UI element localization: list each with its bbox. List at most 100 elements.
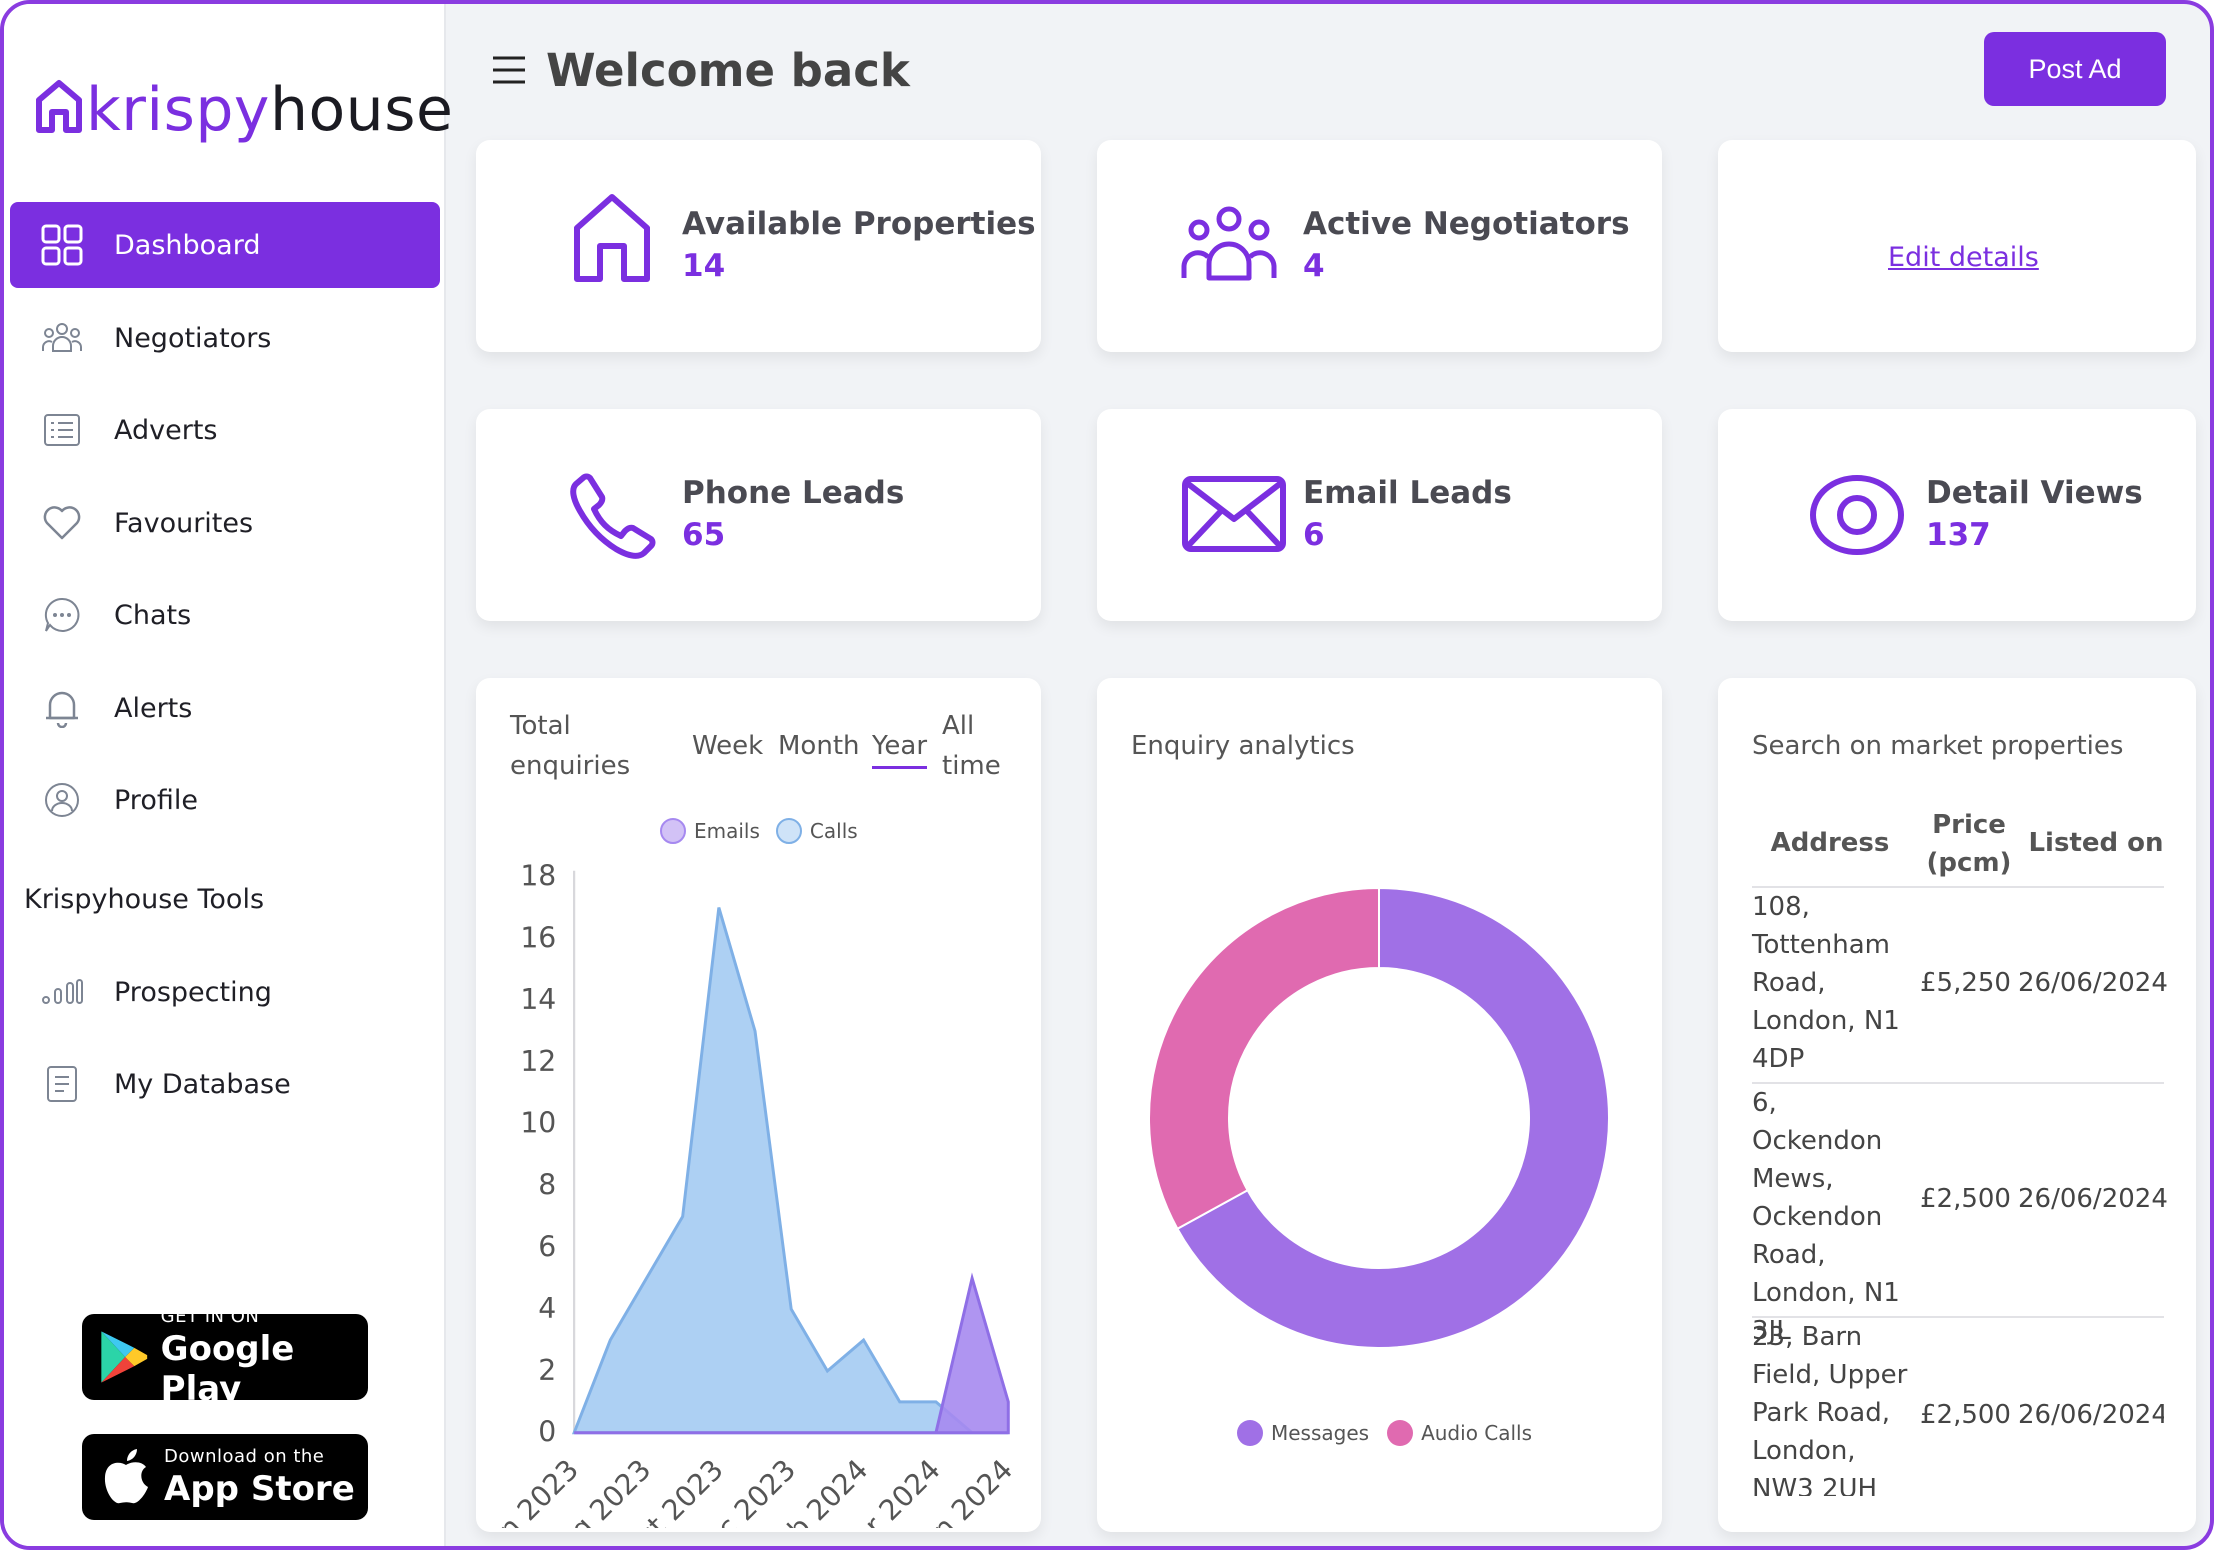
sidebar-item-label: Adverts	[114, 414, 218, 446]
enquiry-donut-chart	[1148, 886, 1610, 1349]
sidebar-item-alerts[interactable]: Alerts	[10, 665, 440, 751]
table-row[interactable]: 6, Ockendon Mews, Ockendon Road, London,…	[1752, 1082, 2168, 1346]
sidebar-item-profile[interactable]: Profile	[10, 757, 440, 843]
chart-title: Total enquiries	[510, 706, 630, 786]
tab-year[interactable]: Year	[872, 726, 928, 769]
row-price: £2,500	[1920, 1184, 2011, 1214]
y-tick-label: 2	[538, 1354, 556, 1387]
series-area-calls	[571, 907, 1009, 1435]
legend-messages-swatch	[1237, 1420, 1263, 1446]
brand-logo[interactable]: krispy house	[34, 78, 453, 140]
address-line: Tottenham	[1752, 930, 1890, 960]
tab-all-line2: time	[942, 751, 1001, 781]
stat-card-detail-views: Detail Views 137	[1718, 409, 2196, 621]
google-play-button[interactable]: GET IN ON Google Play	[82, 1306, 368, 1409]
google-play-icon	[101, 1331, 148, 1383]
heart-icon	[10, 506, 114, 540]
price-header-line2: (pcm)	[1926, 848, 2012, 878]
address-line: 4DP	[1752, 1044, 1805, 1074]
tools-heading: Krispyhouse Tools	[24, 884, 265, 915]
row-listed-date: 26/06/2024	[2018, 1400, 2164, 1430]
column-header-address: Address	[1770, 828, 1890, 858]
legend-messages-label: Messages	[1271, 1421, 1370, 1445]
apple-icon	[104, 1449, 148, 1504]
donut-legend: Messages Audio Calls	[1237, 1420, 1532, 1446]
legend-audio-calls-swatch	[1387, 1420, 1414, 1446]
row-price: £5,250	[1920, 968, 2011, 998]
address-line: 23, Barn	[1752, 1322, 1863, 1352]
sidebar-item-label: Profile	[114, 784, 198, 816]
page-title: Welcome back	[546, 44, 910, 97]
row-address: 108, Tottenham Road, London, N1 4DP	[1752, 888, 1912, 1078]
edit-details-card: Edit details	[1718, 140, 2196, 352]
row-listed-date: 26/06/2024	[2018, 968, 2168, 998]
profile-icon	[10, 782, 114, 818]
table-row[interactable]: 108, Tottenham Road, London, N1 4DP £5,2…	[1752, 886, 2168, 1082]
chart-title-line2: enquiries	[510, 751, 631, 781]
search-table-title: Search on market properties	[1752, 731, 2124, 761]
stat-card-email-leads: Email Leads 6	[1097, 409, 1662, 621]
stat-label: Detail Views	[1926, 475, 2143, 511]
y-tick-label: 4	[538, 1292, 556, 1325]
bars-icon	[10, 979, 114, 1005]
hamburger-menu-icon[interactable]	[492, 54, 526, 90]
sidebar-item-label: Alerts	[114, 692, 193, 724]
chart-title-line1: Total	[510, 711, 571, 741]
address-line: London, N1	[1752, 1006, 1900, 1036]
stat-value: 65	[682, 517, 726, 553]
stat-value: 4	[1303, 248, 1325, 284]
app-frame: krispy house Dashboard Negotiators Advert…	[0, 0, 2214, 1550]
address-line: Road,	[1752, 1240, 1826, 1270]
bell-icon	[10, 688, 114, 728]
y-tick-label: 6	[538, 1230, 556, 1263]
stat-card-phone-leads: Phone Leads 65	[476, 409, 1041, 621]
grid-icon	[10, 224, 114, 266]
address-line: Field, Upper	[1752, 1360, 1908, 1390]
address-line: 108,	[1752, 892, 1810, 922]
sidebar-item-my-database[interactable]: My Database	[10, 1041, 440, 1127]
people-icon	[1181, 206, 1277, 281]
sidebar-item-chats[interactable]: Chats	[10, 572, 440, 658]
stat-label: Phone Leads	[682, 475, 905, 511]
table-row[interactable]: 23, Barn Field, Upper Park Road, London,…	[1752, 1316, 2164, 1496]
list-icon	[10, 414, 114, 446]
address-line: London,	[1752, 1436, 1856, 1466]
address-line: Road,	[1752, 968, 1826, 998]
y-tick-label: 14	[520, 983, 556, 1016]
address-line: Ockendon	[1752, 1202, 1883, 1232]
people-icon	[10, 322, 114, 354]
sidebar-item-negotiators[interactable]: Negotiators	[10, 295, 440, 381]
brand-part1: krispy	[86, 75, 270, 145]
sidebar-item-label: Prospecting	[114, 976, 272, 1008]
sidebar-item-favourites[interactable]: Favourites	[10, 480, 440, 566]
donut-slice-audio-calls	[1148, 886, 1380, 1231]
sidebar-item-prospecting[interactable]: Prospecting	[10, 949, 440, 1035]
tab-week[interactable]: Week	[692, 726, 763, 766]
address-line: Park Road,	[1752, 1398, 1890, 1428]
address-line: London, N1	[1752, 1278, 1900, 1308]
sidebar-item-label: Dashboard	[114, 229, 261, 261]
edit-details-link[interactable]: Edit details	[1888, 242, 2039, 273]
sidebar-item-adverts[interactable]: Adverts	[10, 387, 440, 473]
tab-all-line1: All	[942, 711, 975, 741]
app-store-button[interactable]: Download on the App Store	[82, 1434, 368, 1520]
sidebar-item-label: My Database	[114, 1068, 291, 1100]
y-tick-label: 18	[520, 860, 556, 893]
phone-icon	[570, 473, 656, 559]
sidebar-item-dashboard[interactable]: Dashboard	[10, 202, 440, 288]
enquiry-analytics-card: Enquiry analytics Messages Audio Calls	[1097, 678, 1662, 1532]
analytics-title: Enquiry analytics	[1131, 731, 1355, 761]
legend-audio-calls-label: Audio Calls	[1421, 1421, 1533, 1445]
sidebar-item-label: Negotiators	[114, 322, 272, 354]
post-ad-button[interactable]: Post Ad	[1984, 32, 2166, 106]
tab-all-time[interactable]: All time	[942, 706, 1001, 786]
stat-label: Email Leads	[1303, 475, 1512, 511]
sidebar-item-label: Chats	[114, 599, 192, 631]
chat-icon	[10, 597, 114, 633]
house-logo-icon	[36, 80, 82, 133]
app-store-big: App Store	[164, 1468, 355, 1509]
tab-month[interactable]: Month	[778, 726, 860, 766]
sidebar-item-label: Favourites	[114, 507, 254, 539]
row-address: 6, Ockendon Mews, Ockendon Road, London,…	[1752, 1084, 1912, 1350]
sidebar: krispy house Dashboard Negotiators Advert…	[4, 4, 453, 1546]
